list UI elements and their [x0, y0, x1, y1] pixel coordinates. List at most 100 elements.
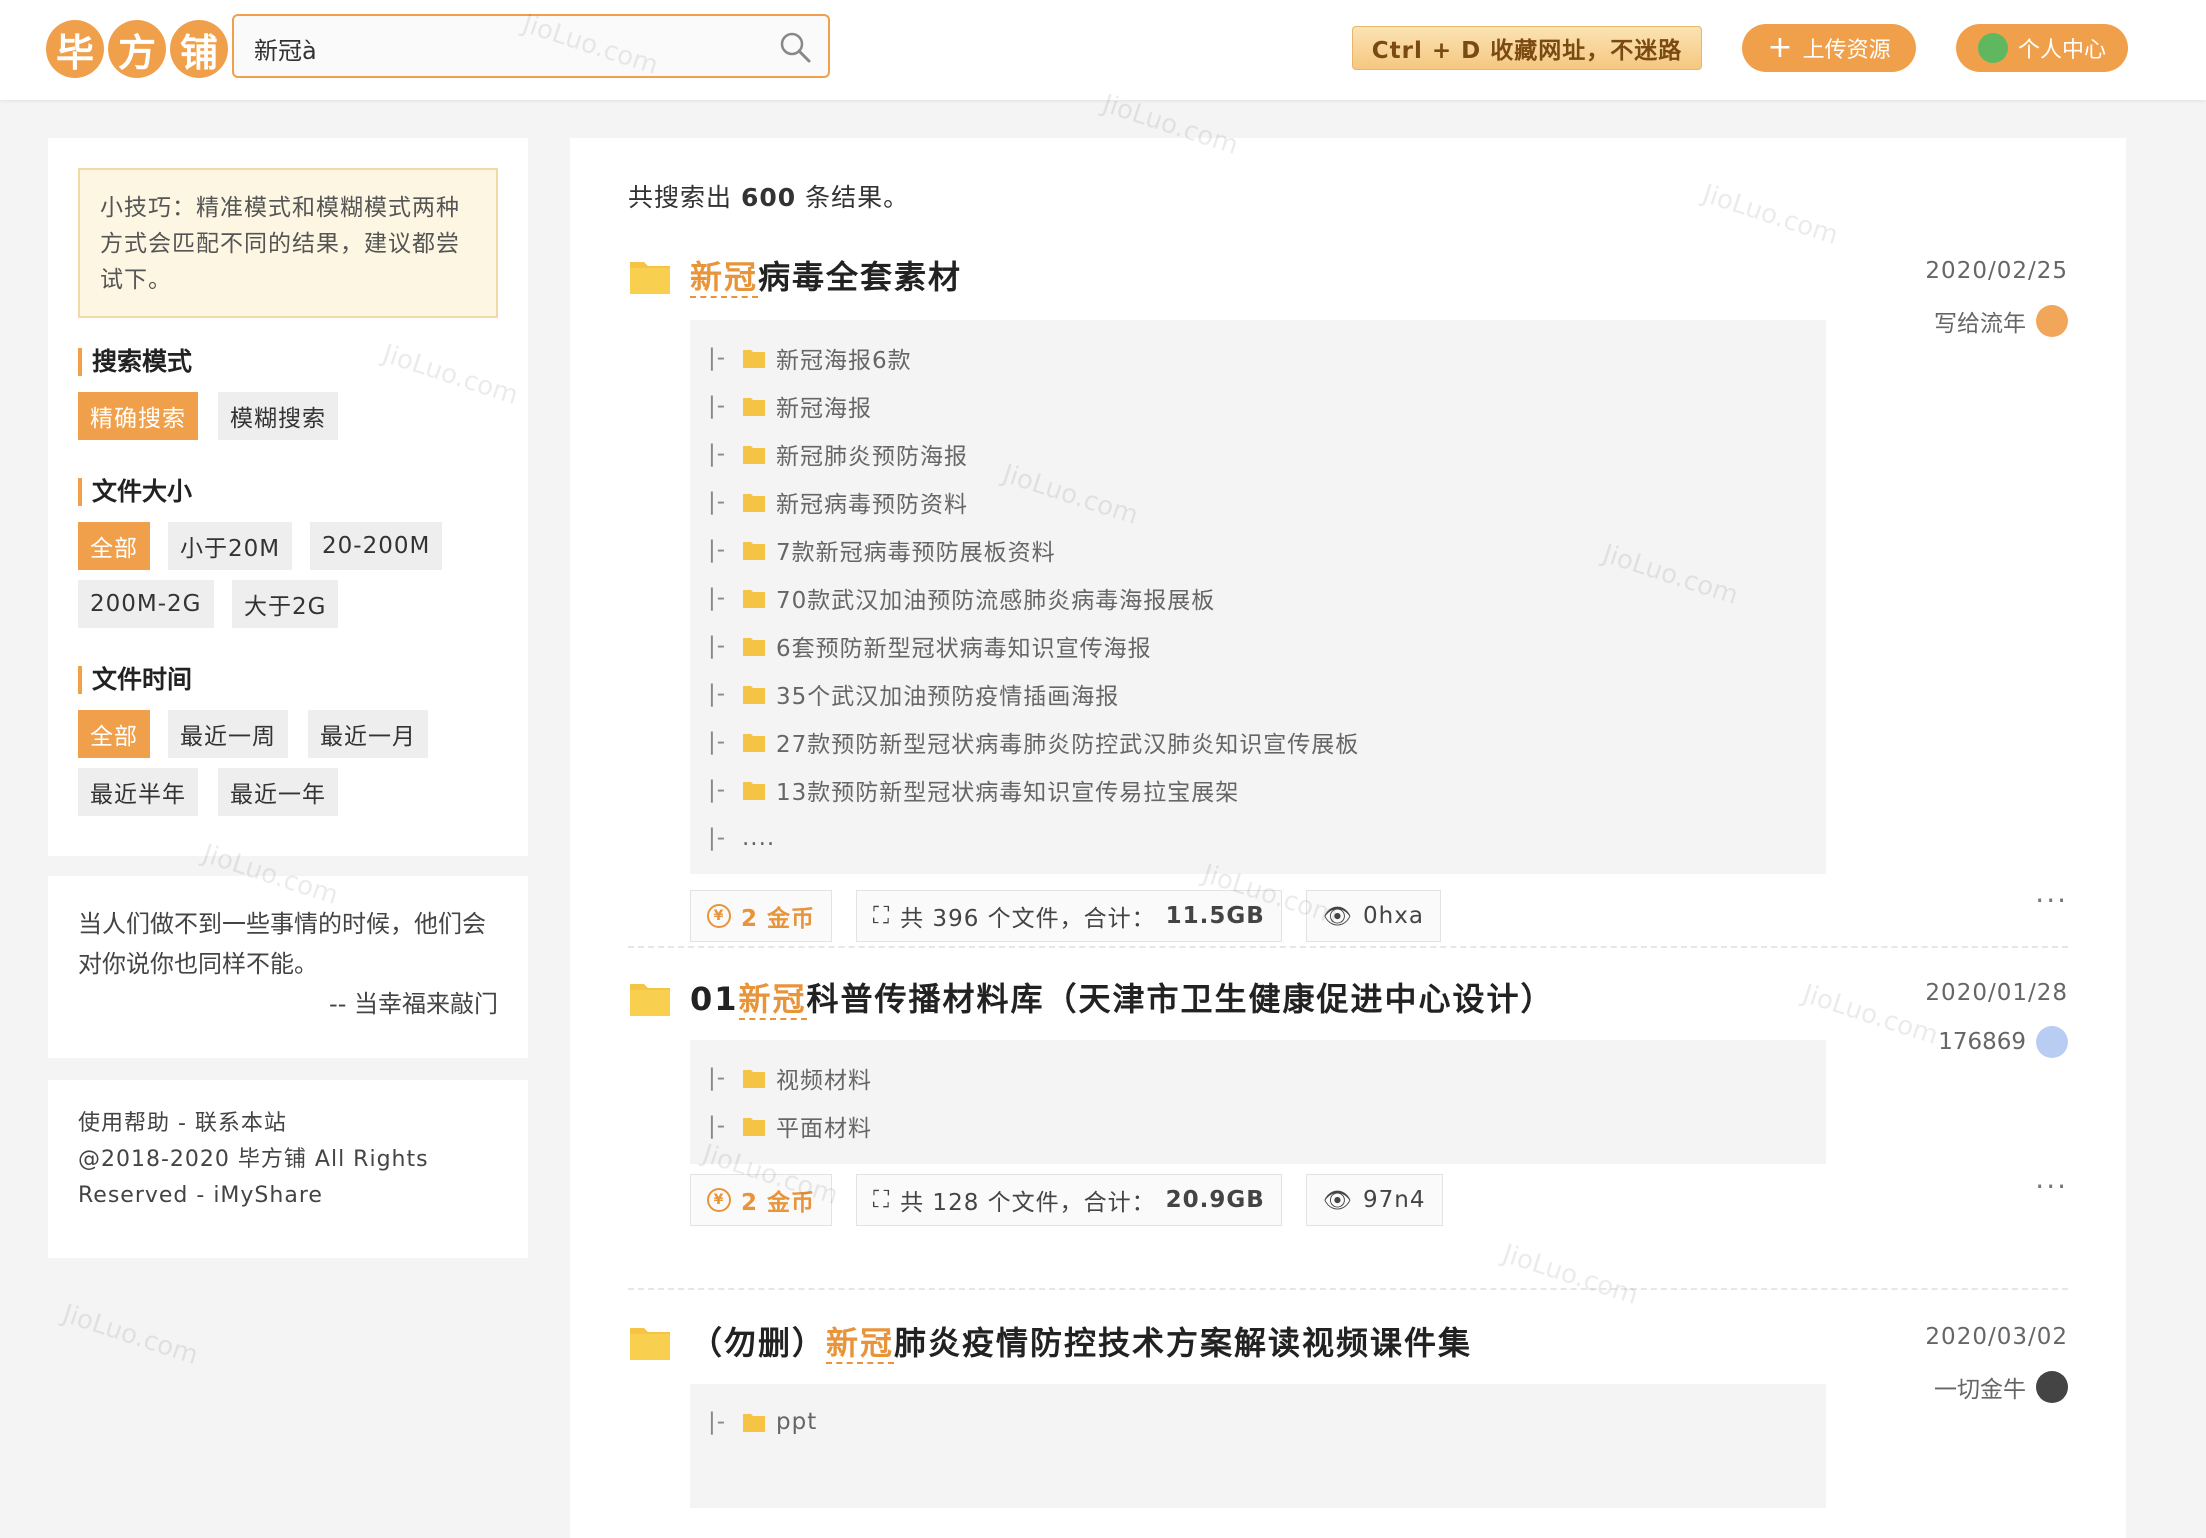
tree-item-label: 新冠病毒预防资料 [776, 492, 968, 518]
tree-item-label: 35个武汉加油预防疫情插画海报 [776, 684, 1120, 710]
divider [628, 946, 2068, 948]
result-date: 2020/03/02 [1925, 1324, 2068, 1350]
file-tree: |- ppt [690, 1384, 1826, 1508]
views-info: 👁 0hxa [1305, 890, 1441, 942]
tree-row: |- 13款预防新型冠状病毒知识宣传易拉宝展架 [690, 766, 1826, 814]
result-author[interactable]: 176869 [1938, 1026, 2068, 1058]
views-label: 97n4 [1363, 1187, 1426, 1213]
time-option-month[interactable]: 最近一月 [308, 710, 428, 758]
upload-button[interactable]: + 上传资源 [1742, 24, 1916, 72]
folder-icon [630, 1328, 670, 1360]
size-option-200m-2g[interactable]: 200M-2G [78, 580, 214, 628]
meta-row: ¥ 2 金币 ⛶ 共 396 个文件，合计： 11.5GB 👁 0hxa [690, 890, 1441, 942]
tree-row: |- 视频材料 [690, 1054, 1826, 1102]
title-prefix: 01 [690, 980, 739, 1018]
coins-badge[interactable]: ¥ 2 金币 [690, 890, 833, 942]
result-item: （勿删）新冠肺炎疫情防控技术方案解读视频课件集 2020/03/02 一切金牛 … [628, 1322, 2068, 1508]
footer-links[interactable]: 使用帮助 - 联系本站 [78, 1106, 498, 1142]
divider [628, 1288, 2068, 1290]
folder-icon [743, 638, 765, 656]
eye-icon: 👁 [1322, 903, 1354, 930]
time-option-week[interactable]: 最近一周 [168, 710, 288, 758]
search-box [232, 14, 830, 78]
user-center-button[interactable]: 个人中心 [1956, 24, 2128, 72]
result-title[interactable]: 新冠病毒全套素材 [690, 252, 962, 298]
size-option-20-200m[interactable]: 20-200M [310, 522, 443, 570]
result-date: 2020/01/28 [1925, 980, 2068, 1006]
file-size-heading: 文件大小 [78, 478, 192, 506]
result-item: 新冠病毒全套素材 2020/02/25 写给流年 |- 新冠海报6款 |- 新冠海报… [628, 256, 2068, 942]
size-option-all[interactable]: 全部 [78, 522, 150, 570]
top-header: 毕 方 铺 Ctrl + D 收藏网址，不迷路 + 上传资源 个人中心 [0, 0, 2206, 100]
tree-row: |- 70款武汉加油预防流感肺炎病毒海报展板 [690, 574, 1826, 622]
site-logo[interactable]: 毕 方 铺 [46, 20, 228, 78]
folder-icon [743, 1070, 765, 1088]
result-title[interactable]: （勿删）新冠肺炎疫情防控技术方案解读视频课件集 [690, 1318, 1472, 1364]
time-option-all[interactable]: 全部 [78, 710, 150, 758]
title-rest: 病毒全套素材 [758, 258, 963, 296]
files-size: 20.9GB [1165, 1187, 1265, 1213]
search-mode-heading: 搜索模式 [78, 348, 192, 376]
search-mode-fuzzy[interactable]: 模糊搜索 [218, 392, 338, 440]
folder-icon [743, 542, 765, 560]
views-info: 👁 97n4 [1305, 1174, 1443, 1226]
author-avatar [2036, 1026, 2068, 1058]
tree-row: |- ppt [708, 1409, 818, 1435]
folder-icon [743, 494, 765, 512]
search-input[interactable] [252, 30, 756, 66]
search-icon[interactable] [778, 30, 812, 64]
coins-badge[interactable]: ¥ 2 金币 [690, 1174, 833, 1226]
coin-icon: ¥ [707, 1188, 731, 1212]
more-icon[interactable]: ··· [2035, 1170, 2068, 1203]
tree-row: |-.... [708, 825, 776, 851]
result-title[interactable]: 01新冠科普传播材料库（天津市卫生健康促进中心设计） [690, 974, 1555, 1020]
logo-char: 方 [108, 20, 166, 78]
folder-icon [743, 686, 765, 704]
user-center-label: 个人中心 [2017, 38, 2106, 63]
user-avatar-icon [1977, 33, 2008, 63]
eye-icon: 👁 [1322, 1187, 1354, 1214]
tree-item-label: 视频材料 [776, 1068, 872, 1094]
files-info: ⛶ 共 396 个文件，合计： 11.5GB [856, 890, 1282, 942]
time-option-halfyear[interactable]: 最近半年 [78, 768, 198, 816]
tree-row: |- 35个武汉加油预防疫情插画海报 [690, 670, 1826, 718]
tree-row: |- 新冠肺炎预防海报 [690, 430, 1826, 478]
tree-item-label: 27款预防新型冠状病毒肺炎防控武汉肺炎知识宣传展板 [776, 732, 1360, 758]
tree-row: |- 27款预防新型冠状病毒肺炎防控武汉肺炎知识宣传展板 [690, 718, 1826, 766]
title-rest: 科普传播材料库（天津市卫生健康促进中心设计） [806, 980, 1555, 1018]
meta-row: ¥ 2 金币 ⛶ 共 128 个文件，合计： 20.9GB 👁 97n4 [690, 1174, 1443, 1226]
result-author[interactable]: 写给流年 [1934, 304, 2068, 338]
coins-label: 2 金币 [741, 1190, 816, 1216]
tree-more: .... [742, 825, 776, 851]
author-avatar [2036, 305, 2068, 337]
author-avatar [2036, 1371, 2068, 1403]
upload-label: 上传资源 [1802, 38, 1891, 63]
title-keyword: 新冠 [690, 258, 759, 298]
result-date: 2020/02/25 [1925, 258, 2068, 284]
filter-panel: 小技巧：精准模式和模糊模式两种方式会匹配不同的结果，建议都尝试下。 搜索模式 精… [48, 138, 528, 856]
file-tree: |- 新冠海报6款 |- 新冠海报 |- 新冠肺炎预防海报 |- 新冠病毒预防资料 |-… [690, 320, 1826, 874]
title-prefix: （勿删） [690, 1324, 827, 1362]
copyright: @2018-2020 毕方铺 All Rights Reserved - iMy… [78, 1147, 429, 1208]
time-option-year[interactable]: 最近一年 [218, 768, 338, 816]
files-count: 共 396 个文件，合计： [900, 906, 1156, 932]
logo-char: 毕 [46, 20, 104, 78]
search-mode-exact[interactable]: 精确搜索 [78, 392, 198, 440]
tree-item-label: 13款预防新型冠状病毒知识宣传易拉宝展架 [776, 780, 1240, 806]
result-item: 01新冠科普传播材料库（天津市卫生健康促进中心设计） 2020/01/28 17… [628, 978, 2068, 1226]
result-count: 共搜索出 600 条结果。 [628, 178, 909, 214]
tree-item-label: 6套预防新型冠状病毒知识宣传海报 [776, 636, 1152, 662]
size-option-lt20m[interactable]: 小于20M [168, 522, 293, 570]
folder-icon [630, 262, 670, 294]
size-option-gt2g[interactable]: 大于2G [232, 580, 339, 628]
result-count-suffix: 条结果。 [805, 183, 910, 212]
tree-item-label: 新冠肺炎预防海报 [776, 444, 968, 470]
expand-icon: ⛶ [873, 1187, 891, 1213]
result-author[interactable]: 一切金牛 [1934, 1370, 2068, 1404]
folder-icon [630, 984, 670, 1016]
tree-item-label: ppt [776, 1409, 818, 1435]
folder-icon [743, 1414, 765, 1432]
folder-icon [743, 446, 765, 464]
author-name: 一切金牛 [1934, 1377, 2026, 1403]
more-icon[interactable]: ··· [2035, 884, 2068, 917]
